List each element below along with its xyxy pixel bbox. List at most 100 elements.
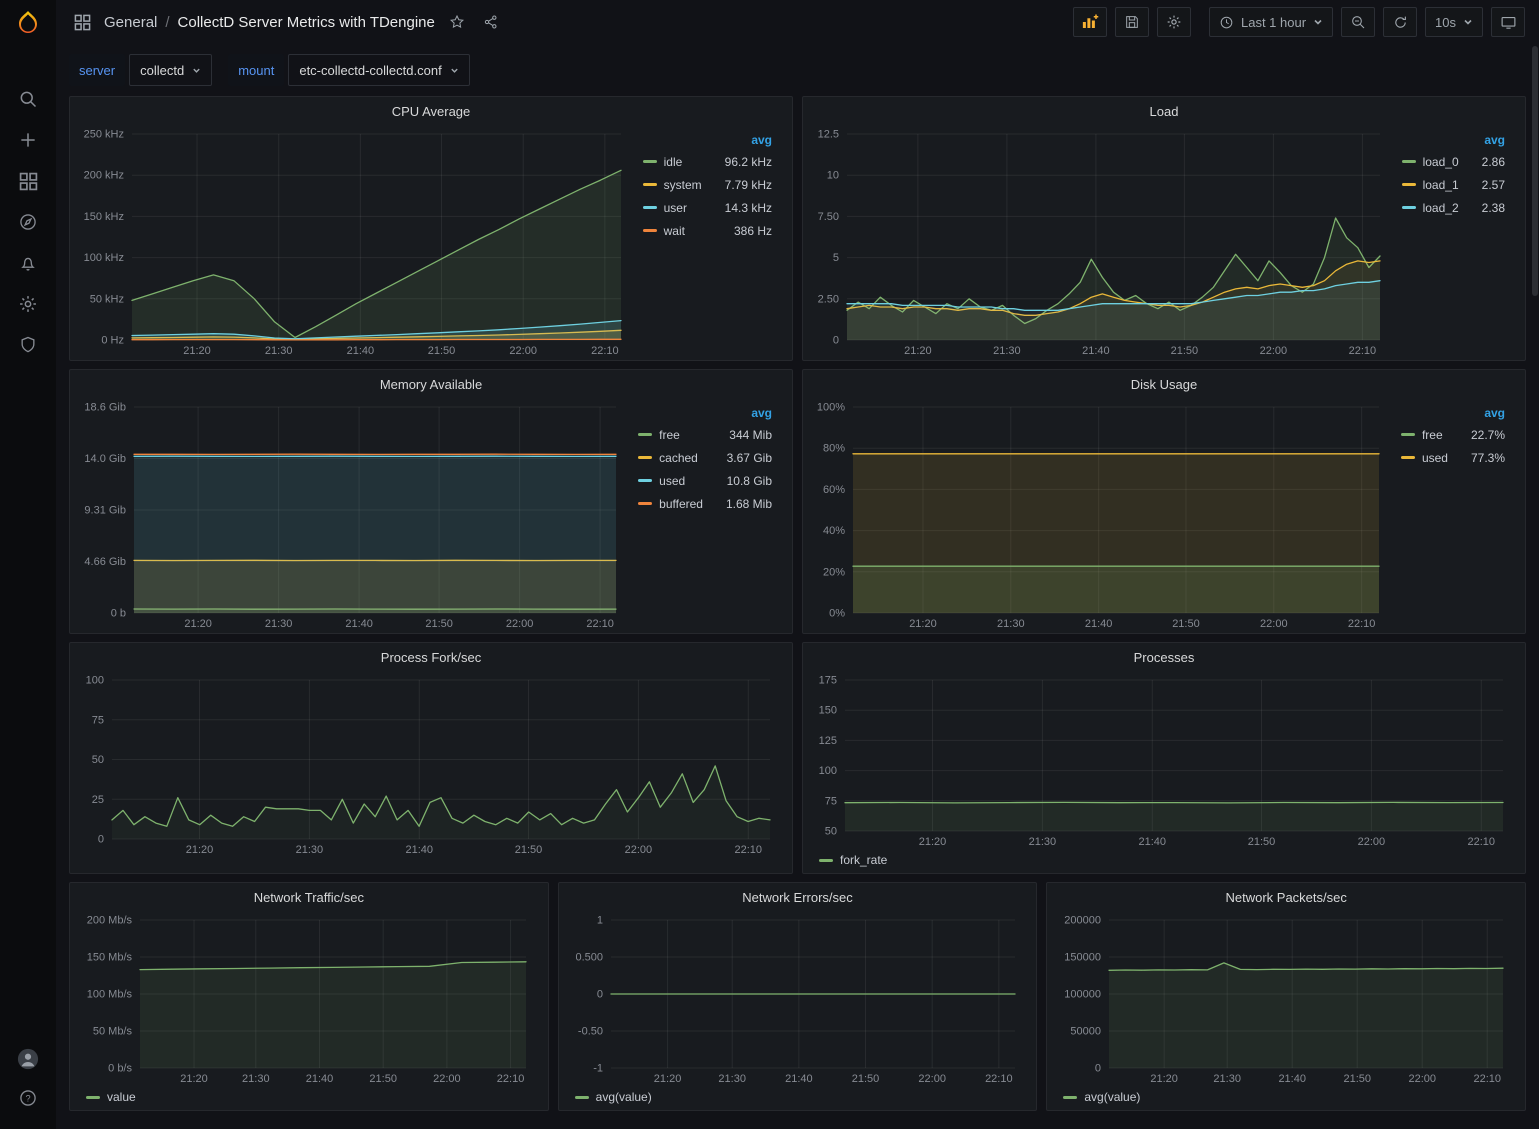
chart-fork[interactable]: 025507510021:2021:3021:4021:5022:0022:10 — [76, 671, 786, 857]
panel-title[interactable]: Processes — [803, 643, 1525, 671]
scrollbar[interactable] — [1532, 46, 1538, 1126]
chart-processes[interactable]: 507510012515017521:2021:3021:4021:5022:0… — [809, 671, 1519, 849]
chart-net_errors[interactable]: -1-0.5000.500121:2021:3021:4021:5022:002… — [565, 911, 1031, 1086]
server-admin-icon[interactable] — [17, 334, 39, 356]
svg-text:150 Mb/s: 150 Mb/s — [87, 952, 133, 964]
star-icon[interactable] — [445, 10, 469, 34]
legend-item[interactable]: load_22.38 — [1402, 196, 1505, 219]
svg-text:22:10: 22:10 — [497, 1073, 525, 1085]
series-name: user — [664, 201, 687, 215]
apps-grid-icon[interactable] — [70, 10, 94, 34]
panel-title[interactable]: Memory Available — [70, 370, 792, 398]
create-icon[interactable] — [17, 129, 39, 151]
series-name: avg(value) — [1084, 1090, 1140, 1104]
chart-disk[interactable]: 0%20%40%60%80%100%21:2021:3021:4021:5022… — [809, 398, 1395, 631]
svg-text:21:30: 21:30 — [265, 345, 293, 357]
svg-text:21:30: 21:30 — [296, 844, 324, 856]
panel-legend[interactable]: fork_rate — [803, 851, 1525, 873]
svg-text:0: 0 — [833, 335, 839, 347]
alerting-icon[interactable] — [17, 252, 39, 274]
legend-avg-header[interactable]: avg — [1484, 133, 1505, 147]
panel-title[interactable]: Process Fork/sec — [70, 643, 792, 671]
svg-text:0: 0 — [597, 989, 603, 1001]
dashboards-icon[interactable] — [17, 170, 39, 192]
refresh-interval-label: 10s — [1435, 15, 1456, 30]
svg-text:21:50: 21:50 — [425, 618, 453, 630]
chart-cpu[interactable]: 0 Hz50 kHz100 kHz150 kHz200 kHz250 kHz21… — [76, 125, 637, 358]
legend-item[interactable]: free344 Mib — [638, 423, 772, 446]
chevron-down-icon — [450, 66, 459, 75]
dashboard-settings-button[interactable] — [1157, 7, 1191, 37]
panel-title[interactable]: Network Traffic/sec — [70, 883, 548, 911]
refresh-interval-picker[interactable]: 10s — [1425, 7, 1483, 37]
series-swatch — [86, 1096, 100, 1099]
refresh-button[interactable] — [1383, 7, 1417, 37]
panel-legend[interactable]: avg(value) — [1047, 1088, 1525, 1110]
legend-item[interactable]: load_12.57 — [1402, 173, 1505, 196]
legend-item[interactable]: free22.7% — [1401, 423, 1505, 446]
cycle-view-button[interactable] — [1491, 7, 1525, 37]
svg-text:200 Mb/s: 200 Mb/s — [87, 915, 133, 927]
series-swatch — [643, 206, 657, 209]
series-swatch — [1401, 456, 1415, 459]
explore-icon[interactable] — [17, 211, 39, 233]
series-swatch — [643, 229, 657, 232]
svg-text:21:20: 21:20 — [919, 836, 947, 848]
panel-title[interactable]: Network Errors/sec — [559, 883, 1037, 911]
panel-title[interactable]: Network Packets/sec — [1047, 883, 1525, 911]
legend-item[interactable]: load_02.86 — [1402, 150, 1505, 173]
legend-item[interactable]: idle96.2 kHz — [643, 150, 772, 173]
svg-text:21:20: 21:20 — [1151, 1073, 1179, 1085]
chart-memory[interactable]: 0 b4.66 Gib9.31 Gib14.0 Gib18.6 Gib21:20… — [76, 398, 632, 631]
panel-legend[interactable]: value — [70, 1088, 548, 1110]
legend-item[interactable]: cached3.67 Gib — [638, 446, 772, 469]
panel-title[interactable]: Load — [803, 97, 1525, 125]
svg-text:21:20: 21:20 — [904, 345, 932, 357]
chart-svg: 507510012515017521:2021:3021:4021:5022:0… — [809, 671, 1519, 849]
variable-selected-mount: etc-collectd-collectd.conf — [299, 63, 441, 78]
legend-avg-header[interactable]: avg — [751, 133, 772, 147]
variable-value-server[interactable]: collectd — [129, 54, 212, 86]
panel-legend[interactable]: avg(value) — [559, 1088, 1037, 1110]
chart-net_traffic[interactable]: 0 b/s50 Mb/s100 Mb/s150 Mb/s200 Mb/s21:2… — [76, 911, 542, 1086]
configuration-icon[interactable] — [17, 293, 39, 315]
legend-item[interactable]: user14.3 kHz — [643, 196, 772, 219]
page-title: CollectD Server Metrics with TDengine — [178, 14, 435, 31]
add-panel-button[interactable] — [1073, 7, 1107, 37]
grafana-logo[interactable] — [0, 0, 56, 46]
svg-text:0 b/s: 0 b/s — [108, 1063, 132, 1075]
user-avatar[interactable] — [17, 1048, 39, 1070]
svg-text:22:00: 22:00 — [625, 844, 653, 856]
chart-net_packets[interactable]: 05000010000015000020000021:2021:3021:402… — [1053, 911, 1519, 1086]
svg-text:21:40: 21:40 — [785, 1073, 813, 1085]
svg-text:21:30: 21:30 — [1029, 836, 1057, 848]
breadcrumb-folder[interactable]: General — [104, 14, 157, 31]
svg-text:21:50: 21:50 — [515, 844, 543, 856]
zoom-out-button[interactable] — [1341, 7, 1375, 37]
legend-item[interactable]: used10.8 Gib — [638, 469, 772, 492]
svg-text:21:30: 21:30 — [993, 345, 1021, 357]
svg-text:22:10: 22:10 — [586, 618, 614, 630]
variable-value-mount[interactable]: etc-collectd-collectd.conf — [288, 54, 469, 86]
series-swatch — [819, 859, 833, 862]
legend-avg-header[interactable]: avg — [1484, 406, 1505, 420]
legend-item[interactable]: used77.3% — [1401, 446, 1505, 469]
help-icon[interactable]: ? — [17, 1087, 39, 1109]
scrollbar-thumb[interactable] — [1532, 46, 1538, 296]
search-icon[interactable] — [17, 88, 39, 110]
legend-item[interactable]: wait386 Hz — [643, 219, 772, 242]
chart-svg: 0 b/s50 Mb/s100 Mb/s150 Mb/s200 Mb/s21:2… — [76, 911, 542, 1086]
panel-title[interactable]: Disk Usage — [803, 370, 1525, 398]
chart-load[interactable]: 02.5057.501012.521:2021:3021:4021:5022:0… — [809, 125, 1396, 358]
series-swatch — [1402, 183, 1416, 186]
series-swatch — [643, 183, 657, 186]
svg-text:21:50: 21:50 — [1248, 836, 1276, 848]
svg-text:100 kHz: 100 kHz — [84, 252, 124, 264]
time-range-picker[interactable]: Last 1 hour — [1209, 7, 1333, 37]
save-dashboard-button[interactable] — [1115, 7, 1149, 37]
legend-avg-header[interactable]: avg — [751, 406, 772, 420]
share-icon[interactable] — [479, 10, 503, 34]
panel-title[interactable]: CPU Average — [70, 97, 792, 125]
legend-item[interactable]: buffered1.68 Mib — [638, 492, 772, 515]
legend-item[interactable]: system7.79 kHz — [643, 173, 772, 196]
